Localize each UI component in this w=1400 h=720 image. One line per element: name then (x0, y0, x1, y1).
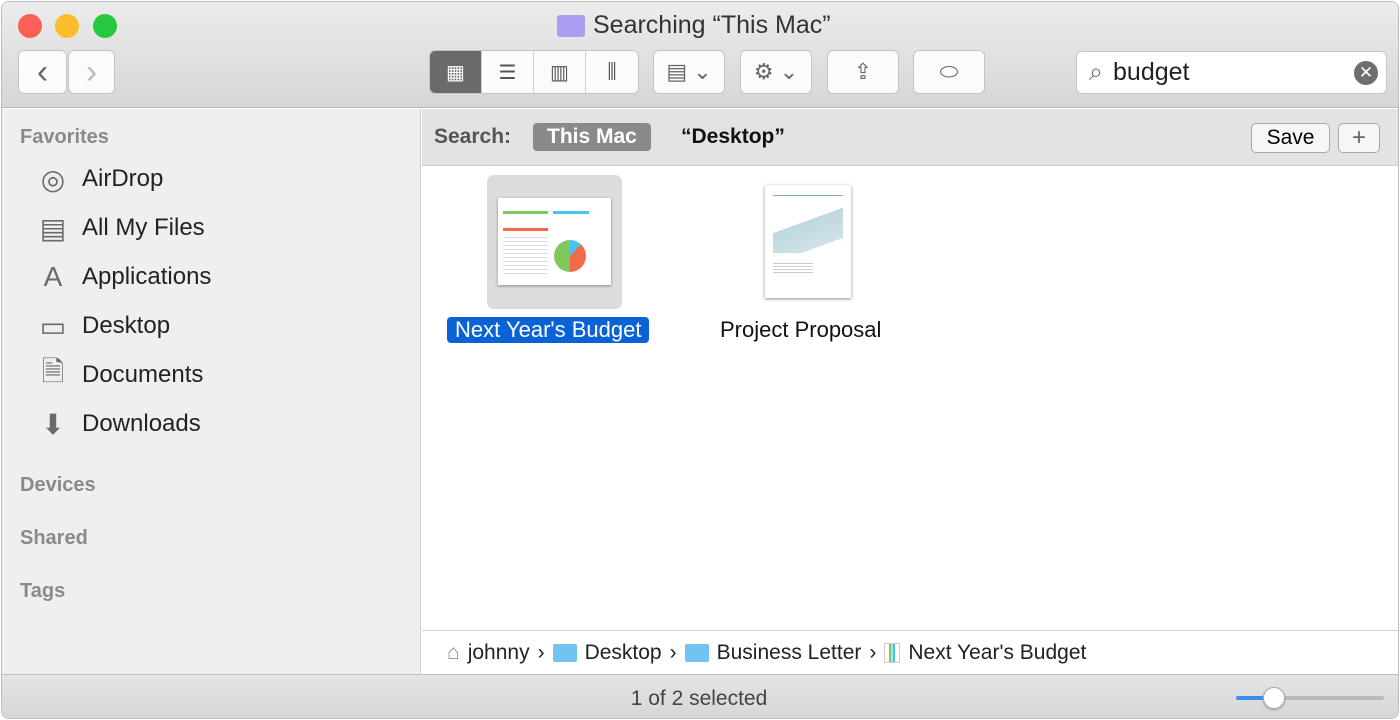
sidebar-item-documents[interactable]: 🗎 Documents (36, 356, 204, 392)
desktop-icon: ▭ (39, 310, 67, 342)
search-scope-label: Search: (434, 125, 512, 148)
downloads-icon: ⬇ (41, 408, 65, 440)
sidebar-item-airdrop[interactable]: ◎ AirDrop (36, 162, 164, 196)
documents-icon: 🗎 (41, 356, 65, 387)
arrange-button[interactable]: ▤ ⌄ (653, 50, 725, 94)
sidebar-item-label: All My Files (82, 214, 205, 241)
sidebar: Favorites ◎ AirDrop ▤ All My Files A Applic… (2, 109, 421, 674)
finder-window: Searching “This Mac” ‹ › ▦ ☰ ▥ ⫼ ▤ ⌄ ⚙ ⌄… (1, 1, 1399, 719)
cover-flow-button[interactable]: ⫼ (586, 51, 638, 93)
icon-size-slider[interactable] (1236, 687, 1384, 709)
file-name-selected[interactable]: Next Year's Budget (447, 317, 650, 343)
proposal-thumbnail (773, 203, 843, 253)
shared-header[interactable]: Shared (20, 527, 88, 550)
zoom-button[interactable] (93, 14, 117, 38)
sidebar-item-all-my-files[interactable]: ▤ All My Files (36, 211, 205, 245)
path-item[interactable]: Desktop (585, 641, 662, 665)
applications-icon: A (43, 261, 63, 292)
tags-header[interactable]: Tags (20, 580, 65, 603)
scope-desktop[interactable]: “Desktop” (681, 125, 785, 149)
search-field[interactable]: ⌕ budget ✕ (1076, 51, 1387, 94)
sidebar-item-desktop[interactable]: ▭ Desktop (36, 309, 170, 343)
add-criteria-button[interactable]: + (1338, 123, 1380, 153)
home-icon: ⌂ (447, 640, 460, 664)
sidebar-item-downloads[interactable]: ⬇ Downloads (36, 407, 201, 441)
sidebar-item-label: Documents (82, 361, 204, 388)
minimize-button[interactable] (55, 14, 79, 38)
view-switcher: ▦ ☰ ▥ ⫼ (429, 50, 639, 94)
share-button[interactable]: ⇪ (827, 50, 899, 94)
status-text: 1 of 2 selected (630, 687, 768, 710)
search-icon: ⌕ (1089, 58, 1104, 86)
all-files-icon: ▤ (39, 212, 67, 244)
status-bar: 1 of 2 selected (2, 674, 1398, 718)
file-name[interactable]: Project Proposal (720, 317, 881, 343)
action-gear-button[interactable]: ⚙ ⌄ (740, 50, 812, 94)
chevron-right-icon: › (669, 640, 677, 664)
chevron-right-icon: › (869, 640, 877, 664)
toolbar: Searching “This Mac” ‹ › ▦ ☰ ▥ ⫼ ▤ ⌄ ⚙ ⌄… (2, 2, 1398, 108)
sidebar-item-label: AirDrop (82, 165, 164, 192)
search-value: budget (1113, 58, 1190, 86)
save-search-button[interactable]: Save (1251, 123, 1330, 153)
smart-folder-icon (557, 14, 585, 37)
sidebar-item-applications[interactable]: A Applications (36, 260, 212, 294)
numbers-file-icon (884, 642, 901, 663)
scope-this-mac[interactable]: This Mac (533, 123, 651, 151)
icon-view-button[interactable]: ▦ (430, 51, 482, 93)
airdrop-icon: ◎ (40, 163, 66, 195)
path-item[interactable]: Business Letter (717, 641, 862, 665)
title-text: Searching “This Mac” (593, 11, 831, 39)
folder-icon (552, 643, 577, 662)
tag-button[interactable]: ⬭ (913, 50, 985, 94)
budget-thumbnail (498, 198, 611, 285)
chevron-right-icon: › (537, 640, 545, 664)
path-bar: ⌂ johnny › Desktop › Business Letter › Next … (422, 630, 1398, 674)
path-item[interactable]: johnny (468, 641, 530, 665)
sidebar-item-label: Applications (82, 263, 212, 290)
window-title: Searching “This Mac” (557, 11, 831, 40)
clear-search-icon[interactable]: ✕ (1354, 61, 1378, 85)
path-item[interactable]: Next Year's Budget (908, 641, 1086, 665)
devices-header[interactable]: Devices (20, 474, 96, 497)
sidebar-item-label: Desktop (82, 312, 171, 339)
search-scope-bar: Search: This Mac “Desktop” Save + (422, 109, 1398, 166)
file-item-budget[interactable] (487, 175, 622, 309)
sidebar-item-label: Downloads (82, 410, 201, 437)
slider-thumb[interactable] (1263, 687, 1285, 709)
forward-button[interactable]: › (68, 50, 115, 94)
file-grid: Next Year's Budget Project Proposal (422, 167, 1398, 630)
column-view-button[interactable]: ▥ (534, 51, 586, 93)
back-button[interactable]: ‹ (18, 50, 67, 94)
file-item-proposal[interactable] (765, 185, 851, 298)
close-button[interactable] (18, 14, 42, 38)
folder-icon (684, 643, 709, 662)
list-view-button[interactable]: ☰ (482, 51, 534, 93)
favorites-header: Favorites (20, 126, 109, 148)
